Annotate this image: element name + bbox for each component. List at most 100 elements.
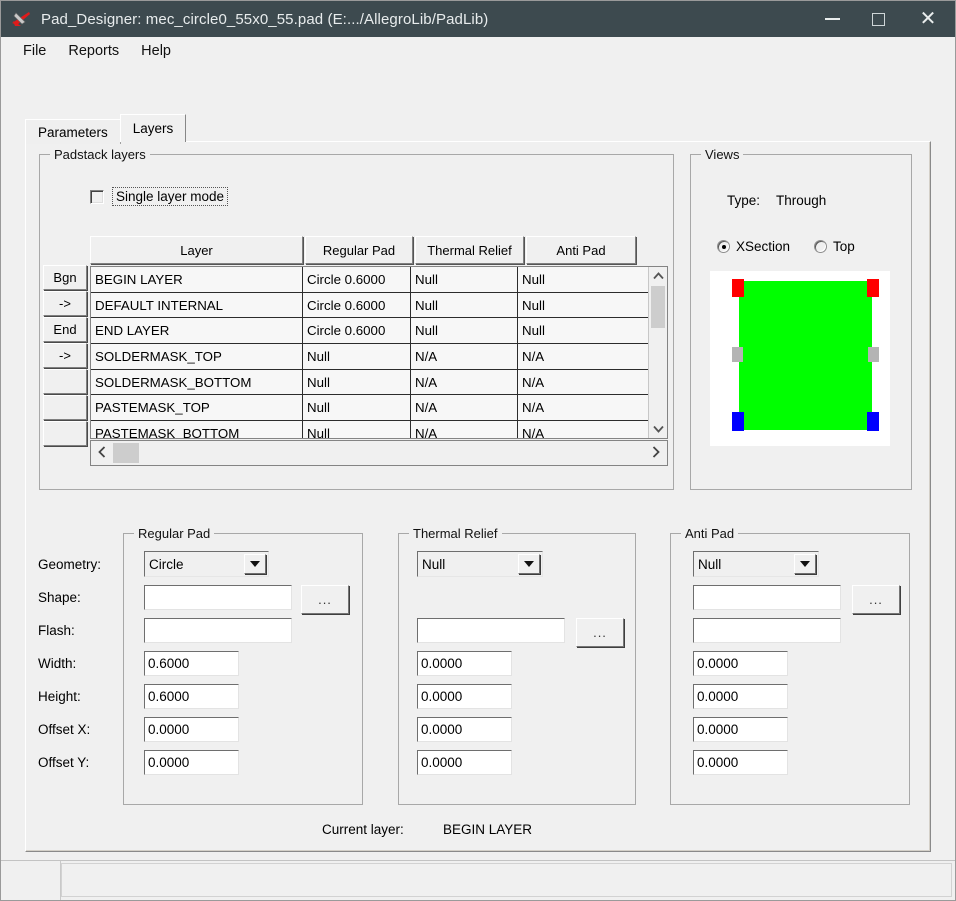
thermal-relief-browse-button[interactable]: ... <box>576 618 624 647</box>
chevron-left-icon[interactable] <box>91 445 113 461</box>
cell-layer: DEFAULT INTERNAL <box>91 292 303 318</box>
row-button-next-2[interactable]: -> <box>43 343 87 368</box>
views-group: Views Type: Through XSection Top <box>690 147 912 490</box>
regular-pad-geometry-select[interactable]: Circle <box>144 551 269 577</box>
regular-pad-offset-y-value: 0.0000 <box>148 755 190 770</box>
cell-thermal: Null <box>411 318 518 344</box>
row-button-end[interactable]: End <box>43 317 87 342</box>
chevron-down-icon[interactable] <box>794 554 816 574</box>
row-button-next-1[interactable]: -> <box>43 291 87 316</box>
preview-bottom-right-marker <box>867 412 879 431</box>
anti-pad-offset-y-value: 0.0000 <box>697 755 739 770</box>
close-icon[interactable]: ✕ <box>901 1 955 37</box>
cell-thermal: N/A <box>411 421 518 438</box>
table-row[interactable]: PASTEMASK_TOP Null N/A N/A <box>91 395 648 422</box>
view-type-value: Through <box>776 193 827 208</box>
thermal-relief-height-value: 0.0000 <box>421 689 463 704</box>
label-shape: Shape: <box>38 590 81 605</box>
table-row[interactable]: SOLDERMASK_BOTTOM Null N/A N/A <box>91 369 648 396</box>
regular-pad-offset-y-input[interactable]: 0.0000 <box>144 750 239 775</box>
regular-pad-browse-button[interactable]: ... <box>301 585 349 614</box>
column-header-thermal-relief[interactable]: Thermal Relief <box>415 236 524 264</box>
column-header-anti-pad[interactable]: Anti Pad <box>526 236 636 264</box>
anti-pad-offset-x-input[interactable]: 0.0000 <box>693 717 788 742</box>
anti-pad-offset-y-input[interactable]: 0.0000 <box>693 750 788 775</box>
anti-pad-height-input[interactable]: 0.0000 <box>693 684 788 709</box>
anti-pad-geometry-select[interactable]: Null <box>693 551 819 577</box>
view-type-label: Type: <box>727 193 761 208</box>
row-button-blank-3[interactable] <box>43 421 87 446</box>
vertical-scrollbar-thumb[interactable] <box>651 286 665 328</box>
chevron-down-icon[interactable] <box>244 554 266 574</box>
column-header-layer[interactable]: Layer <box>90 236 303 264</box>
row-button-blank-1[interactable] <box>43 369 87 394</box>
cell-regular: Null <box>303 421 411 438</box>
thermal-relief-offset-x-input[interactable]: 0.0000 <box>417 717 512 742</box>
anti-pad-flash-input[interactable] <box>693 618 841 643</box>
thermal-relief-shape-input[interactable] <box>417 618 565 643</box>
regular-pad-width-input[interactable]: 0.6000 <box>144 651 239 676</box>
anti-pad-group: Anti Pad Null ... 0.0000 0.0000 0.0000 0… <box>670 526 910 805</box>
cell-regular: Null <box>303 369 411 395</box>
thermal-relief-geometry-select[interactable]: Null <box>417 551 543 577</box>
anti-pad-width-input[interactable]: 0.0000 <box>693 651 788 676</box>
chevron-down-icon[interactable] <box>649 420 667 438</box>
table-row[interactable]: DEFAULT INTERNAL Circle 0.6000 Null Null <box>91 292 648 319</box>
thermal-relief-width-input[interactable]: 0.0000 <box>417 651 512 676</box>
cell-thermal: N/A <box>411 369 518 395</box>
regular-pad-offset-x-value: 0.0000 <box>148 722 190 737</box>
chevron-down-icon[interactable] <box>518 554 540 574</box>
menu-file[interactable]: File <box>13 40 56 62</box>
regular-pad-shape-input[interactable] <box>144 585 292 610</box>
anti-pad-browse-button[interactable]: ... <box>852 585 900 614</box>
tab-layers[interactable]: Layers <box>119 114 187 142</box>
radio-top[interactable] <box>814 240 828 253</box>
table-row[interactable]: PASTEMASK_BOTTOM Null N/A N/A <box>91 421 648 438</box>
status-bar <box>1 860 955 900</box>
table-row[interactable]: SOLDERMASK_TOP Null N/A N/A <box>91 344 648 370</box>
anti-pad-width-value: 0.0000 <box>697 656 739 671</box>
anti-pad-offset-x-value: 0.0000 <box>697 722 739 737</box>
table-row[interactable]: BEGIN LAYER Circle 0.6000 Null Null <box>91 267 648 293</box>
thermal-relief-height-input[interactable]: 0.0000 <box>417 684 512 709</box>
chevron-right-icon[interactable] <box>645 445 667 461</box>
regular-pad-geometry-value: Circle <box>149 556 184 572</box>
cell-regular: Circle 0.6000 <box>303 292 411 318</box>
tab-strip: Parameters Layers <box>25 114 187 144</box>
minimize-icon[interactable] <box>809 1 855 37</box>
cell-anti: Null <box>518 292 630 318</box>
regular-pad-offset-x-input[interactable]: 0.0000 <box>144 717 239 742</box>
cell-thermal: N/A <box>411 395 518 421</box>
anti-pad-shape-input[interactable] <box>693 585 841 610</box>
preview-top-left-marker <box>732 279 744 297</box>
row-button-bgn[interactable]: Bgn <box>43 265 87 290</box>
padstack-layers-group: Padstack layers Single layer mode Bgn ->… <box>39 147 674 490</box>
vertical-scrollbar[interactable] <box>648 267 667 438</box>
table-row[interactable]: END LAYER Circle 0.6000 Null Null <box>91 318 648 345</box>
menu-help[interactable]: Help <box>131 40 181 62</box>
regular-pad-height-input[interactable]: 0.6000 <box>144 684 239 709</box>
preview-pad-body <box>739 281 872 430</box>
tab-parameters[interactable]: Parameters <box>25 119 121 144</box>
horizontal-scrollbar[interactable] <box>90 440 668 466</box>
row-button-blank-2[interactable] <box>43 395 87 420</box>
preview-left-side-marker <box>732 347 743 362</box>
anti-pad-height-value: 0.0000 <box>697 689 739 704</box>
maximize-icon[interactable] <box>855 1 901 37</box>
client-area: Parameters Layers Padstack layers Single… <box>1 65 955 900</box>
thermal-relief-offset-y-input[interactable]: 0.0000 <box>417 750 512 775</box>
single-layer-mode-row[interactable]: Single layer mode <box>90 187 229 206</box>
radio-xsection-label: XSection <box>736 239 791 254</box>
horizontal-scrollbar-thumb[interactable] <box>113 443 139 463</box>
single-layer-mode-checkbox[interactable] <box>90 189 104 204</box>
chevron-up-icon[interactable] <box>649 267 667 285</box>
regular-pad-flash-input[interactable] <box>144 618 292 643</box>
cell-thermal: Null <box>411 292 518 318</box>
radio-xsection[interactable] <box>717 240 730 253</box>
menu-bar: File Reports Help <box>1 37 955 65</box>
menu-reports[interactable]: Reports <box>58 40 129 62</box>
title-bar: Pad_Designer: mec_circle0_55x0_55.pad (E… <box>1 1 955 37</box>
column-header-regular-pad[interactable]: Regular Pad <box>305 236 413 264</box>
preview-top-right-marker <box>867 279 879 297</box>
cell-layer: PASTEMASK_TOP <box>91 395 303 421</box>
